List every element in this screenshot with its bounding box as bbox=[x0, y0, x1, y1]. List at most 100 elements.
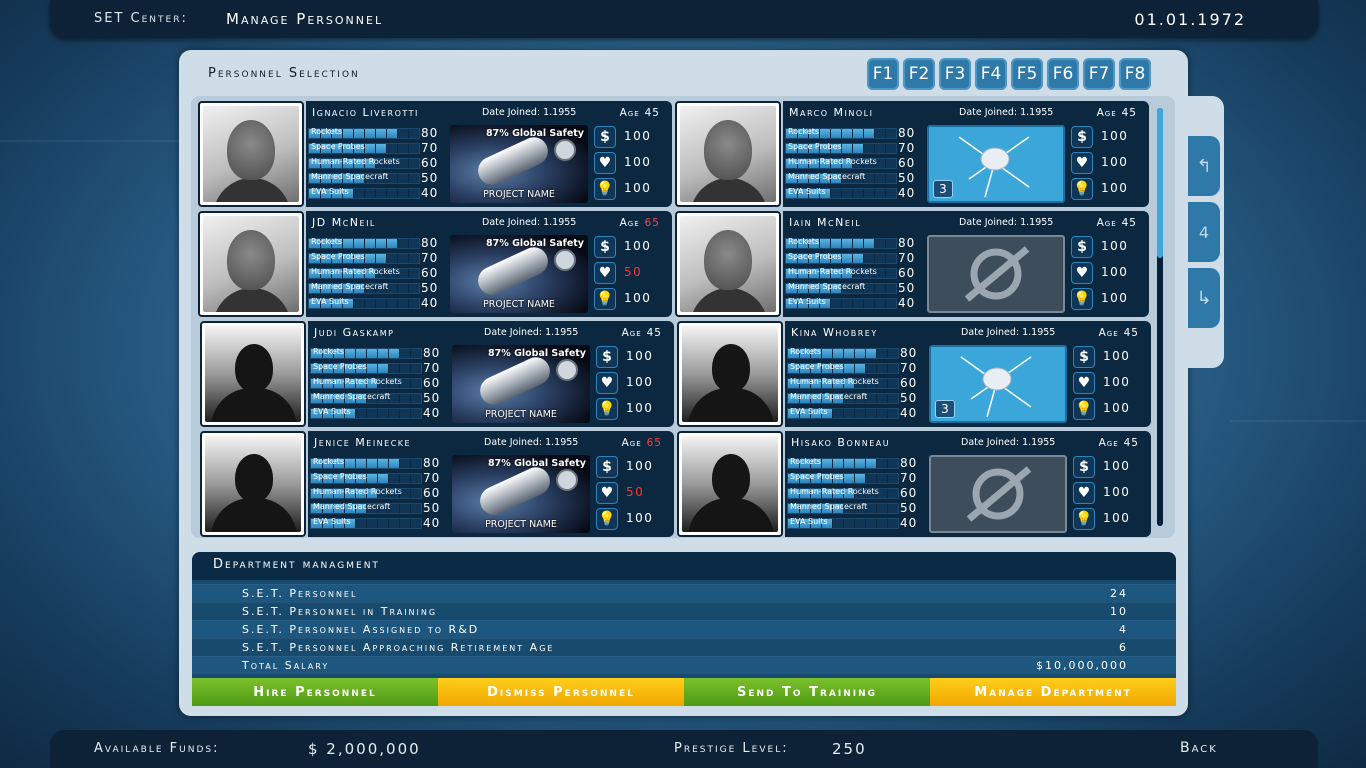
skill-value: 80 bbox=[423, 456, 441, 470]
skill-row: EVA Suits 40 bbox=[308, 296, 448, 311]
stat-salary: $100 bbox=[596, 345, 672, 371]
skills-list: Rockets 80 Space Probes 70 Human-Rated Rocke… bbox=[310, 346, 450, 421]
filter-key-3[interactable]: F3 bbox=[939, 58, 971, 90]
skill-value: 70 bbox=[421, 251, 439, 265]
skills-list: Rockets 80 Space Probes 70 Human-Rated Rocke… bbox=[787, 456, 927, 531]
personnel-card[interactable]: Marco Minoli Date Joined: 1.1955 Age 45 Rock… bbox=[675, 101, 1149, 207]
date-joined: Date Joined: 1.1955 bbox=[484, 327, 579, 338]
skill-label: Manned Spacecraft bbox=[788, 172, 866, 181]
skill-label: Space Probes bbox=[313, 362, 367, 371]
stat-salary-value: 100 bbox=[1101, 129, 1129, 143]
personnel-card[interactable]: Judi Gaskamp Date Joined: 1.1955 Age 45 Rock… bbox=[200, 321, 674, 427]
filter-key-2[interactable]: F2 bbox=[903, 58, 935, 90]
department-management: Department managment S.E.T. Personnel 24 S… bbox=[192, 552, 1176, 680]
center-label: SET Center: bbox=[94, 11, 188, 26]
personnel-card[interactable]: JD McNeil Date Joined: 1.1955 Age 65 Rockets… bbox=[198, 211, 672, 317]
date-joined: Date Joined: 1.1955 bbox=[959, 217, 1054, 228]
skill-value: 70 bbox=[898, 251, 916, 265]
stat-ideas: 💡 100 bbox=[1071, 287, 1147, 313]
personnel-name: Kina Whobrey bbox=[791, 326, 878, 339]
skill-row: Manned Spacecraft 50 bbox=[310, 391, 450, 406]
stat-salary-value: 100 bbox=[624, 129, 652, 143]
stat-health-value: 100 bbox=[1101, 265, 1129, 279]
personnel-card[interactable]: Ignacio Liverotti Date Joined: 1.1955 Age 4… bbox=[198, 101, 672, 207]
dollar-icon: $ bbox=[1073, 456, 1095, 478]
skill-row: EVA Suits 40 bbox=[787, 406, 927, 421]
skills-list: Rockets 80 Space Probes 70 Human-Rated Rocke… bbox=[308, 236, 448, 311]
skill-row: Human-Rated Rockets 60 bbox=[787, 486, 927, 501]
stat-ideas: 💡 100 bbox=[596, 397, 672, 423]
dismiss-personnel-button[interactable]: Dismiss Personnel bbox=[438, 678, 684, 706]
hire-personnel-button[interactable]: Hire Personnel bbox=[192, 678, 438, 706]
heart-icon: ♥ bbox=[1071, 262, 1093, 284]
scrollbar-thumb[interactable] bbox=[1157, 108, 1163, 258]
manage-department-button[interactable]: Manage Department bbox=[930, 678, 1176, 706]
project-badge: 3 bbox=[935, 400, 955, 418]
skill-label: Space Probes bbox=[788, 252, 842, 261]
skill-value: 40 bbox=[898, 296, 916, 310]
skill-value: 60 bbox=[900, 486, 918, 500]
project-slot[interactable]: 3 bbox=[927, 125, 1065, 203]
skill-label: Rockets bbox=[311, 237, 343, 246]
top-bar: SET Center: Manage Personnel 01.01.1972 bbox=[50, 0, 1318, 38]
page-up-button[interactable]: ↰ bbox=[1188, 136, 1220, 196]
personnel-card[interactable]: Kina Whobrey Date Joined: 1.1955 Age 45 Rock… bbox=[677, 321, 1151, 427]
skill-value: 80 bbox=[421, 236, 439, 250]
project-slot[interactable] bbox=[929, 455, 1067, 533]
skill-value: 70 bbox=[423, 471, 441, 485]
lightbulb-icon: 💡 bbox=[594, 288, 616, 310]
skill-label: Human-Rated Rockets bbox=[790, 377, 879, 386]
stat-salary-value: 100 bbox=[1103, 349, 1131, 363]
filter-key-4[interactable]: F4 bbox=[975, 58, 1007, 90]
skill-row: Manned Spacecraft 50 bbox=[308, 281, 448, 296]
department-row-label: S.E.T. Personnel in Training bbox=[242, 605, 438, 618]
back-button[interactable]: Back bbox=[1180, 740, 1218, 756]
rocket-module-icon bbox=[475, 352, 555, 410]
stat-ideas: 💡 100 bbox=[1073, 507, 1149, 533]
skill-value: 50 bbox=[898, 171, 916, 185]
filter-key-6[interactable]: F6 bbox=[1047, 58, 1079, 90]
project-slot[interactable]: 87% Global Safety PROJECT NAME bbox=[450, 235, 588, 313]
personnel-card[interactable]: Iain McNeil Date Joined: 1.1955 Age 45 Rocke… bbox=[675, 211, 1149, 317]
stats-list: $100 ♥ 100 💡 100 bbox=[1073, 455, 1149, 533]
filter-key-1[interactable]: F1 bbox=[867, 58, 899, 90]
page-down-button[interactable]: ↳ bbox=[1188, 268, 1220, 328]
skill-row: Rockets 80 bbox=[310, 346, 450, 361]
stat-ideas: 💡 100 bbox=[594, 177, 670, 203]
personnel-details: JD McNeil Date Joined: 1.1955 Age 65 Rockets… bbox=[306, 211, 672, 317]
personnel-card[interactable]: Hisako Bonneau Date Joined: 1.1955 Age 45 Ro… bbox=[677, 431, 1151, 537]
prestige-value: 250 bbox=[832, 740, 867, 758]
stats-list: $100 ♥ 100 💡 100 bbox=[1071, 125, 1147, 203]
skill-label: EVA Suits bbox=[790, 407, 828, 416]
filter-key-8[interactable]: F8 bbox=[1119, 58, 1151, 90]
skills-list: Rockets 80 Space Probes 70 Human-Rated Rocke… bbox=[308, 126, 448, 201]
project-slot[interactable]: 87% Global Safety PROJECT NAME bbox=[452, 455, 590, 533]
filter-key-7[interactable]: F7 bbox=[1083, 58, 1115, 90]
dollar-icon: $ bbox=[596, 456, 618, 478]
heart-icon: ♥ bbox=[1073, 372, 1095, 394]
project-slot[interactable] bbox=[927, 235, 1065, 313]
project-slot[interactable]: 3 bbox=[929, 345, 1067, 423]
skill-value: 60 bbox=[421, 266, 439, 280]
project-slot[interactable]: 87% Global Safety PROJECT NAME bbox=[450, 125, 588, 203]
heart-icon: ♥ bbox=[596, 482, 618, 504]
department-row: S.E.T. Personnel Approaching Retirement … bbox=[192, 638, 1176, 656]
skill-row: Manned Spacecraft 50 bbox=[787, 391, 927, 406]
personnel-card[interactable]: Jenice Meinecke Date Joined: 1.1955 Age 65 R… bbox=[200, 431, 674, 537]
department-row: S.E.T. Personnel Assigned to R&D 4 bbox=[192, 620, 1176, 638]
send-to-training-button[interactable]: Send To Training bbox=[684, 678, 930, 706]
game-date: 01.01.1972 bbox=[1134, 10, 1246, 29]
skill-row: Manned Spacecraft 50 bbox=[310, 501, 450, 516]
skill-row: Human-Rated Rockets 60 bbox=[787, 376, 927, 391]
personnel-age: Age 65 bbox=[621, 437, 662, 449]
filter-key-5[interactable]: F5 bbox=[1011, 58, 1043, 90]
dollar-icon: $ bbox=[1073, 346, 1095, 368]
stat-health: ♥ 100 bbox=[1071, 261, 1147, 287]
personnel-name: Hisako Bonneau bbox=[791, 436, 891, 449]
project-slot[interactable]: 87% Global Safety PROJECT NAME bbox=[452, 345, 590, 423]
skill-value: 70 bbox=[900, 471, 918, 485]
personnel-details: Marco Minoli Date Joined: 1.1955 Age 45 Rock… bbox=[783, 101, 1149, 207]
skill-row: EVA Suits 40 bbox=[310, 406, 450, 421]
skill-value: 80 bbox=[900, 346, 918, 360]
personnel-name: Judi Gaskamp bbox=[314, 326, 395, 339]
